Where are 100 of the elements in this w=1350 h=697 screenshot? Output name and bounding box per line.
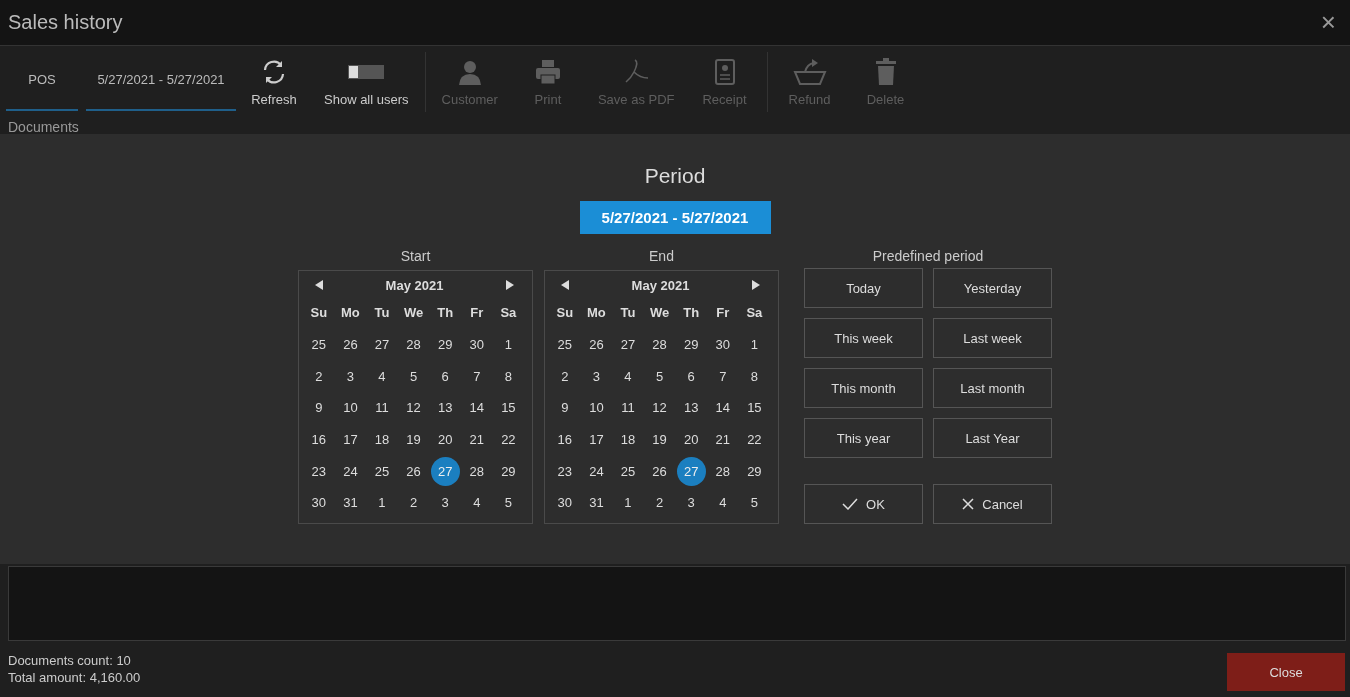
day-button[interactable]: 6 [676,361,706,391]
day-button[interactable]: 1 [739,330,769,360]
day-button[interactable]: 4 [613,361,643,391]
cancel-button[interactable]: Cancel [933,484,1052,524]
day-button[interactable]: 5 [739,488,769,518]
day-button[interactable]: 25 [304,330,334,360]
day-button[interactable]: 29 [739,456,769,486]
day-button[interactable]: 29 [430,330,460,360]
day-button[interactable]: 15 [739,393,769,423]
day-button[interactable]: 5 [645,361,675,391]
day-button[interactable]: 12 [645,393,675,423]
ok-button[interactable]: OK [804,484,923,524]
day-button[interactable]: 1 [493,330,523,360]
day-button[interactable]: 21 [708,425,738,455]
day-button[interactable]: 1 [367,488,397,518]
day-button[interactable]: 16 [304,425,334,455]
day-button[interactable]: 5 [493,488,523,518]
day-button[interactable]: 26 [645,456,675,486]
day-button[interactable]: 31 [581,488,611,518]
day-button[interactable]: 23 [550,456,580,486]
day-button[interactable]: 15 [493,393,523,423]
day-button[interactable]: 11 [613,393,643,423]
day-button[interactable]: 25 [613,456,643,486]
tab[interactable]: POS [6,49,78,111]
period-button[interactable]: Last week [933,318,1052,358]
day-button[interactable]: 10 [581,393,611,423]
day-button[interactable]: 6 [430,361,460,391]
day-button[interactable]: 25 [550,330,580,360]
close-button[interactable]: × [1316,7,1340,38]
day-button[interactable]: 24 [335,456,365,486]
day-button[interactable]: 7 [708,361,738,391]
period-button[interactable]: Last month [933,368,1052,408]
day-button[interactable]: 8 [739,361,769,391]
day-button[interactable]: 30 [304,488,334,518]
day-button[interactable]: 3 [335,361,365,391]
toolbar-button[interactable]: Refresh [242,57,306,107]
day-button[interactable]: 13 [676,393,706,423]
day-button[interactable]: 18 [367,425,397,455]
day-button[interactable]: 2 [304,361,334,391]
day-button[interactable]: 11 [367,393,397,423]
period-button[interactable]: Yesterday [933,268,1052,308]
day-button[interactable]: 26 [581,330,611,360]
day-button[interactable]: 29 [676,330,706,360]
day-button[interactable]: 4 [462,488,492,518]
day-button[interactable]: 25 [367,456,397,486]
period-button[interactable]: Today [804,268,923,308]
day-button[interactable]: 26 [399,456,429,486]
day-button[interactable]: 2 [399,488,429,518]
tab[interactable]: 5/27/2021 - 5/27/2021 [86,49,236,111]
day-button[interactable]: 18 [613,425,643,455]
day-button[interactable]: 17 [581,425,611,455]
close-button[interactable]: Close [1227,653,1345,691]
day-button[interactable]: 13 [430,393,460,423]
day-button[interactable]: 9 [550,393,580,423]
day-button[interactable]: 14 [708,393,738,423]
day-button[interactable]: 22 [493,425,523,455]
day-button[interactable]: 4 [708,488,738,518]
day-button[interactable]: 30 [708,330,738,360]
day-button[interactable]: 28 [708,456,738,486]
day-button[interactable]: 7 [462,361,492,391]
day-button[interactable]: 5 [399,361,429,391]
day-button[interactable]: 23 [304,456,334,486]
day-button[interactable]: 20 [676,425,706,455]
day-button[interactable]: 26 [335,330,365,360]
day-button[interactable]: 28 [645,330,675,360]
day-button[interactable]: 2 [645,488,675,518]
day-button[interactable]: 1 [613,488,643,518]
day-button[interactable]: 3 [581,361,611,391]
day-button[interactable]: 24 [581,456,611,486]
day-button[interactable]: 27 [613,330,643,360]
day-button[interactable]: 31 [335,488,365,518]
day-button[interactable]: 28 [462,456,492,486]
day-button[interactable]: 14 [462,393,492,423]
day-button[interactable]: 30 [550,488,580,518]
day-button[interactable]: 12 [399,393,429,423]
day-button[interactable]: 16 [550,425,580,455]
day-button[interactable]: 10 [335,393,365,423]
day-button[interactable]: 8 [493,361,523,391]
day-button[interactable]: 29 [493,456,523,486]
date-range-button[interactable]: 5/27/2021 - 5/27/2021 [579,201,771,234]
toolbar-button[interactable]: Show all users [318,57,415,107]
day-button[interactable]: 19 [399,425,429,455]
day-button[interactable]: 2 [550,361,580,391]
period-button[interactable]: This month [804,368,923,408]
day-button[interactable]: 27 [430,456,460,486]
day-button[interactable]: 3 [676,488,706,518]
day-button[interactable]: 3 [430,488,460,518]
day-button[interactable]: 27 [676,456,706,486]
day-button[interactable]: 19 [645,425,675,455]
day-button[interactable]: 4 [367,361,397,391]
period-button[interactable]: Last Year [933,418,1052,458]
day-button[interactable]: 22 [739,425,769,455]
period-button[interactable]: This year [804,418,923,458]
day-button[interactable]: 27 [367,330,397,360]
day-button[interactable]: 9 [304,393,334,423]
day-button[interactable]: 21 [462,425,492,455]
day-button[interactable]: 30 [462,330,492,360]
day-button[interactable]: 20 [430,425,460,455]
period-button[interactable]: This week [804,318,923,358]
day-button[interactable]: 28 [399,330,429,360]
